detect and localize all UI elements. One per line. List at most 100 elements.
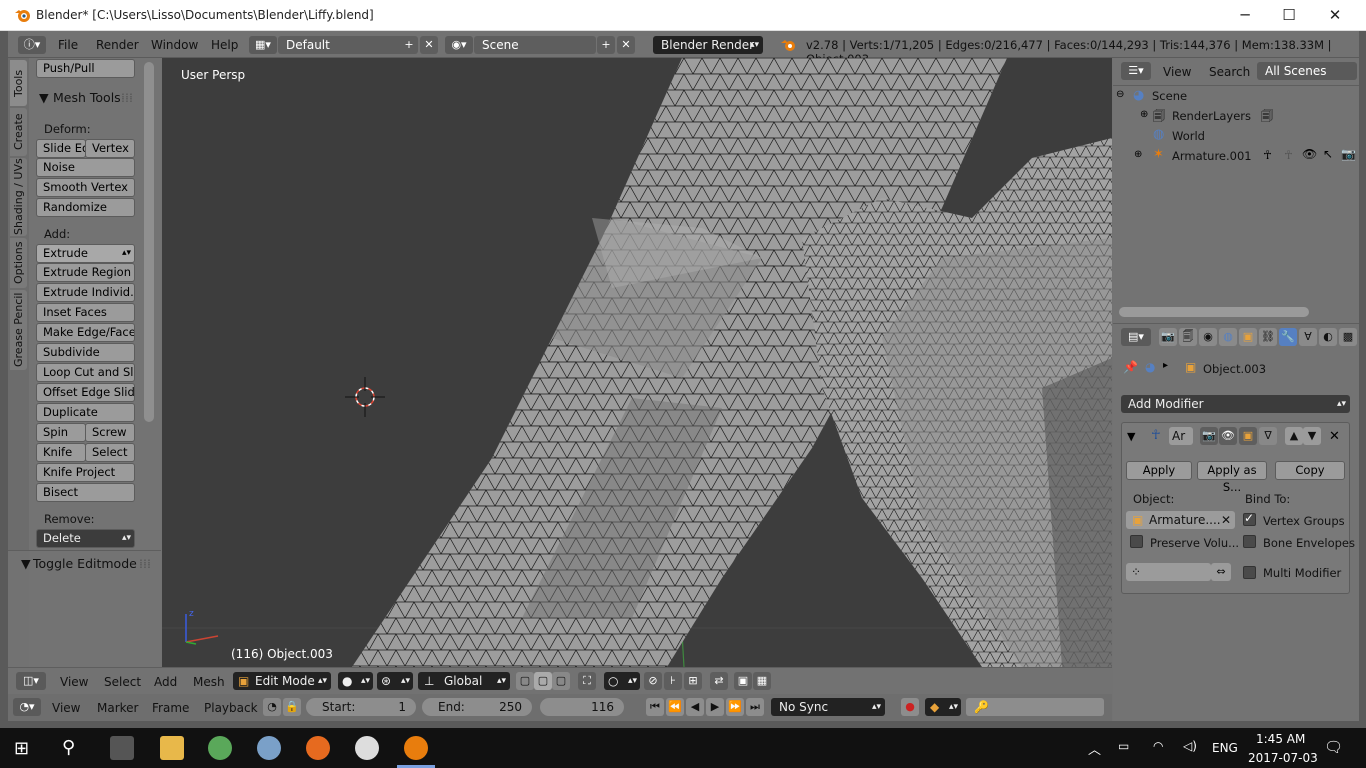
add-scene-icon[interactable]: + [597,36,615,54]
language-indicator[interactable]: ENG [1212,741,1238,755]
smooth-vertex-button[interactable]: Smooth Vertex [36,178,135,197]
apply-button[interactable]: Apply [1126,461,1192,480]
multi-modifier-checkbox[interactable] [1243,566,1256,579]
keying-select[interactable]: ◆ ▴▾ [925,698,961,716]
timeline-editor-icon[interactable]: ◔▾ [13,698,41,716]
outliner-item-armature[interactable]: Armature.001 [1172,149,1252,163]
firefox-icon[interactable] [306,736,330,760]
play-reverse-icon[interactable]: ◀ [686,698,704,716]
copy-button[interactable]: Copy [1275,461,1345,480]
render-layers-tab-icon[interactable]: 🗐 [1179,328,1197,346]
timeline-menu-frame[interactable]: Frame [152,701,189,715]
scene-field[interactable]: Scene [474,36,596,54]
toggle-editmode-collapse-icon[interactable]: ▼ [21,556,31,571]
modifiers-tab-icon[interactable]: 🔧 [1279,328,1297,346]
bone-envelopes-checkbox[interactable] [1243,535,1256,548]
paint-app-icon[interactable] [257,736,281,760]
mirror-icon[interactable]: ⇄ [710,672,728,690]
toggle-editmode-header[interactable]: Toggle Editmode [33,556,137,571]
world-tab-icon[interactable]: ◍ [1219,328,1237,346]
layer-icon[interactable]: ▢ [516,672,534,690]
modifier-cage-icon[interactable]: ∇ [1259,427,1277,445]
vertex-group-field[interactable]: ⁘ [1126,563,1211,581]
layout-icon[interactable]: ▦▾ [249,36,277,54]
outliner-hscrollbar[interactable] [1119,307,1309,317]
outliner-filter-select[interactable]: All Scenes [1257,62,1357,80]
editor-type-icon[interactable]: ◫▾ [16,672,46,690]
menu-view[interactable]: View [60,675,88,689]
clock-date[interactable]: 2017-07-03 [1248,751,1318,765]
data-tab-icon[interactable]: ∀ [1299,328,1317,346]
proportional-edit-select[interactable]: ○ ▴▾ [604,672,640,690]
make-edge-face-button[interactable]: Make Edge/Face [36,323,135,342]
render-engine-select[interactable]: Blender Render ▴▾ [653,36,763,54]
menu-help[interactable]: Help [211,38,238,52]
renderlayers-expand-icon[interactable]: ⊕ [1140,109,1148,120]
outliner-item-world[interactable]: World [1172,129,1205,143]
maximize-button[interactable]: ☐ [1266,0,1312,31]
timeline-menu-view[interactable]: View [52,701,80,715]
start-frame-field[interactable]: Start: 1 [306,698,416,716]
pivot-select[interactable]: ⊛ ▴▾ [377,672,413,690]
layout-field[interactable]: Default [278,36,406,54]
modifier-name-field[interactable]: Ar [1169,427,1193,445]
remove-layout-icon[interactable]: ✕ [420,36,438,54]
timeline-menu-marker[interactable]: Marker [97,701,138,715]
knife-select-button[interactable]: Select [85,443,135,462]
extrude-region-button[interactable]: Extrude Region [36,263,135,282]
tab-options[interactable]: Options [10,238,27,288]
knife-project-button[interactable]: Knife Project [36,463,135,482]
mesh-tools-collapse-icon[interactable]: ▼ [39,90,49,105]
tab-shading-uvs[interactable]: Shading / UVs [10,158,27,236]
screw-button[interactable]: Screw [85,423,135,442]
play-icon[interactable]: ▶ [706,698,724,716]
loop-cut-button[interactable]: Loop Cut and Sl... [36,363,135,382]
3d-viewport[interactable]: User Persp z (116) Object.003 [162,58,1112,667]
tab-create[interactable]: Create [10,108,27,156]
outliner-menu-search[interactable]: Search [1209,65,1250,79]
bisect-button[interactable]: Bisect [36,483,135,502]
context-object-name[interactable]: Object.003 [1203,362,1266,376]
volume-icon[interactable]: ◁) [1183,739,1197,753]
tab-tools[interactable]: Tools [10,60,27,106]
layer-icon[interactable]: ▢ [552,672,570,690]
limit-selection-icon[interactable]: ⛶ [578,672,596,690]
properties-editor-icon[interactable]: ▤▾ [1121,328,1151,346]
menu-select[interactable]: Select [104,675,141,689]
outliner-editor-icon[interactable]: ☰▾ [1121,62,1151,80]
close-button[interactable]: ✕ [1312,0,1358,31]
search-icon[interactable]: ⚲ [62,737,75,758]
material-tab-icon[interactable]: ◐ [1319,328,1337,346]
viewport-shading-select[interactable]: ● ▴▾ [338,672,373,690]
clear-object-icon[interactable]: ✕ [1221,511,1231,529]
pin-icon[interactable]: 📌 [1123,360,1138,374]
randomize-button[interactable]: Randomize [36,198,135,217]
sync-select[interactable]: No Sync ▴▾ [771,698,885,716]
slide-vertex-button[interactable]: Vertex [85,139,135,158]
menu-mesh[interactable]: Mesh [193,675,225,689]
app-icon[interactable] [110,736,134,760]
notifications-icon[interactable]: 🗨 [1324,738,1343,756]
keying-set-field[interactable]: 🔑 [966,698,1104,716]
jump-keyframe-back-icon[interactable]: ⏪ [666,698,684,716]
texture-tab-icon[interactable]: ▩ [1339,328,1357,346]
modifier-icon[interactable]: ☥ [1284,148,1293,162]
move-up-icon[interactable]: ▲ [1285,427,1303,445]
extrude-dropdown[interactable]: Extrude ▴▾ [36,244,135,263]
spin-button[interactable]: Spin [36,423,86,442]
tool-panel-scrollbar[interactable] [144,62,154,422]
visibility-eye-icon[interactable]: 👁 [1302,147,1317,161]
jump-end-icon[interactable]: ⏭ [746,698,764,716]
modifier-editmode-icon[interactable]: ▣ [1239,427,1257,445]
extrude-individual-button[interactable]: Extrude Individ... [36,283,135,302]
knife-button[interactable]: Knife [36,443,86,462]
apply-as-shape-button[interactable]: Apply as S... [1197,461,1267,494]
modifier-viewport-icon[interactable]: 👁 [1219,427,1237,445]
selectable-cursor-icon[interactable]: ↖ [1323,147,1333,161]
render-tab-icon[interactable]: 📷 [1159,328,1177,346]
snap-element-icon[interactable]: ⊦ [664,672,682,690]
layer-icon[interactable]: ▢ [534,672,552,690]
drag-handle-icon[interactable]: ⁞⁞⁞ [121,90,133,105]
timeline-menu-playback[interactable]: Playback [204,701,258,715]
move-down-icon[interactable]: ▼ [1303,427,1321,445]
